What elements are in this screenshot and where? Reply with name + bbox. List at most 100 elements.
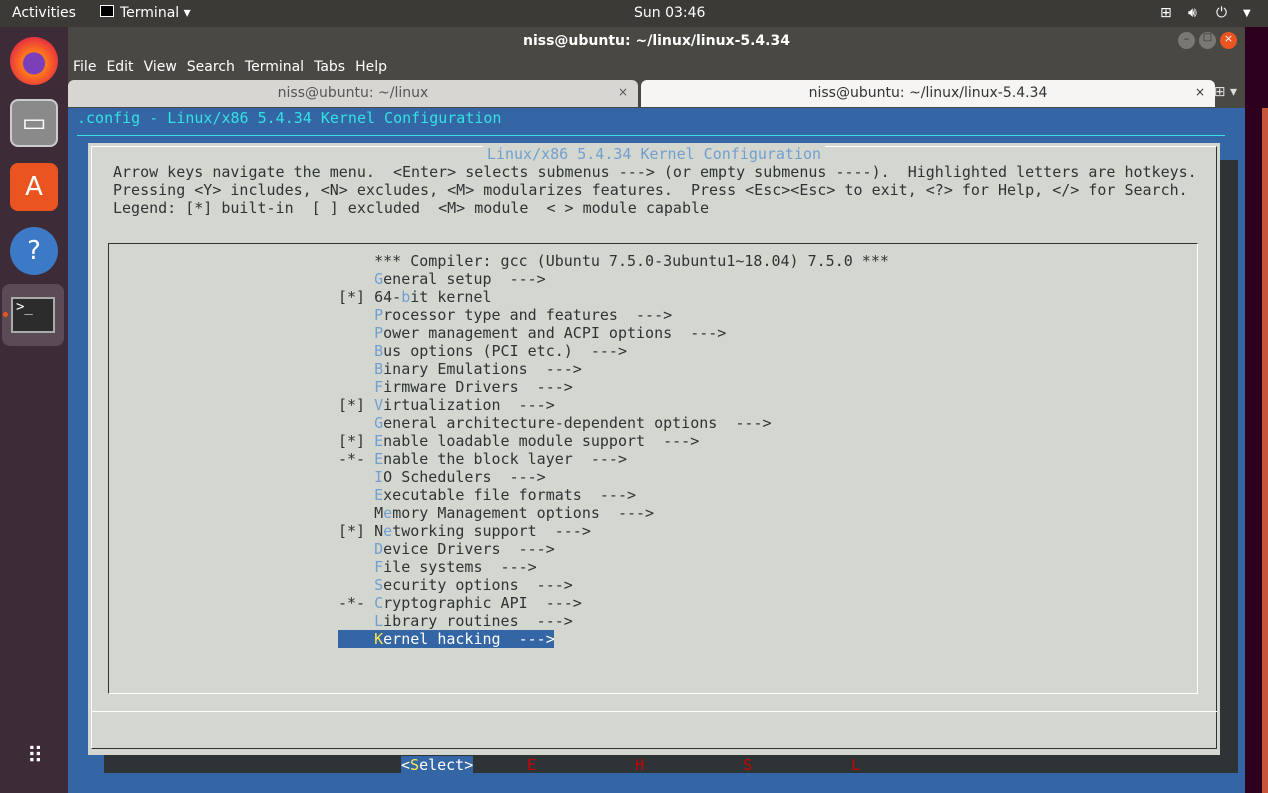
- menu-item-hotkey: F: [374, 378, 384, 396]
- menu-item-prefix: [338, 504, 374, 522]
- terminal-icon: [100, 5, 114, 17]
- menu-file[interactable]: File: [73, 59, 96, 75]
- menu-item[interactable]: Library routines --->: [338, 612, 889, 630]
- new-tab-icon[interactable]: ⊞ ▾: [1214, 84, 1237, 100]
- menu-item[interactable]: Kernel hacking --->: [338, 630, 555, 648]
- menu-item[interactable]: [*] Enable loadable module support --->: [338, 432, 889, 450]
- window-edge: [1262, 108, 1268, 793]
- menu-item[interactable]: Power management and ACPI options --->: [338, 324, 889, 342]
- window-title: niss@ubuntu: ~/linux/linux-5.4.34: [523, 33, 790, 49]
- menu-item[interactable]: General setup --->: [338, 270, 889, 288]
- firefox-icon[interactable]: [10, 37, 58, 85]
- terminal-area[interactable]: .config - Linux/x86 5.4.34 Kernel Config…: [68, 108, 1245, 793]
- menu-bar: File Edit View Search Terminal Tabs Help: [73, 59, 397, 75]
- software-icon[interactable]: A: [10, 163, 58, 211]
- menu-item-hotkey: B: [374, 342, 384, 360]
- help-icon[interactable]: ?: [10, 227, 58, 275]
- menu-item-prefix: [338, 468, 374, 486]
- show-apps-icon[interactable]: ⠿: [10, 732, 58, 780]
- menu-item-prefix: [338, 378, 374, 396]
- menu-item[interactable]: Executable file formats --->: [338, 486, 889, 504]
- menu-item-text: ernel hacking --->: [383, 630, 555, 648]
- terminal-window: niss@ubuntu: ~/linux/linux-5.4.34 – □ × …: [68, 27, 1245, 793]
- menu-item-text: ryptographic API --->: [383, 594, 582, 612]
- menu-item[interactable]: Firmware Drivers --->: [338, 378, 889, 396]
- menu-item-hotkey: K: [374, 630, 384, 648]
- menu-item-prefix: [338, 270, 374, 288]
- top-bar: Activities Terminal ▾ Sun 03:46 ⊞ 🔊︎ ⏻ ▼: [0, 0, 1268, 27]
- tab-1[interactable]: niss@ubuntu: ~/linux ×: [68, 80, 638, 107]
- menu-item[interactable]: -*- Enable the block layer --->: [338, 450, 889, 468]
- terminal-dock-icon[interactable]: >_: [2, 284, 64, 346]
- menu-item-prefix: -*-: [338, 450, 375, 468]
- activities-button[interactable]: Activities: [12, 5, 76, 21]
- menu-item-prefix: [338, 540, 374, 558]
- menu-item-prefix: [*]: [338, 396, 375, 414]
- exit-button[interactable]: < Exit >: [509, 756, 581, 774]
- menu-item-text: eneral architecture-dependent options --…: [383, 414, 772, 432]
- menu-item-prefix: [*]: [338, 288, 375, 306]
- menu-item-text: irtualization --->: [383, 396, 555, 414]
- menu-item-text: nable loadable module support --->: [383, 432, 700, 450]
- menu-item-prefix: -*-: [338, 594, 375, 612]
- tab-close-icon[interactable]: ×: [618, 85, 628, 99]
- menu-item[interactable]: IO Schedulers --->: [338, 468, 889, 486]
- menu-help[interactable]: Help: [355, 59, 387, 75]
- minimize-button[interactable]: –: [1178, 32, 1195, 49]
- menu-item-prefix: [338, 630, 374, 648]
- menu-item[interactable]: Device Drivers --->: [338, 540, 889, 558]
- clock[interactable]: Sun 03:46: [634, 5, 705, 21]
- menu-item-text: ecurity options --->: [383, 576, 573, 594]
- menu-item[interactable]: Bus options (PCI etc.) --->: [338, 342, 889, 360]
- menu-item[interactable]: Security options --->: [338, 576, 889, 594]
- load-button[interactable]: < Load >: [833, 756, 905, 774]
- tab-label: niss@ubuntu: ~/linux: [277, 85, 429, 101]
- menu-item[interactable]: *** Compiler: gcc (Ubuntu 7.5.0-3ubuntu1…: [338, 252, 889, 270]
- menu-search[interactable]: Search: [187, 59, 235, 75]
- tab-close-icon[interactable]: ×: [1195, 85, 1205, 99]
- menu-item[interactable]: Binary Emulations --->: [338, 360, 889, 378]
- menu-tabs[interactable]: Tabs: [314, 59, 345, 75]
- system-menu-chevron-icon[interactable]: ▼: [1243, 8, 1251, 19]
- maximize-button[interactable]: □: [1199, 32, 1216, 49]
- menu-view[interactable]: View: [144, 59, 177, 75]
- menu-item[interactable]: General architecture-dependent options -…: [338, 414, 889, 432]
- help-button[interactable]: < Help >: [617, 756, 689, 774]
- dialog-title: Linux/x86 5.4.34 Kernel Configuration: [482, 145, 826, 163]
- menu-list: *** Compiler: gcc (Ubuntu 7.5.0-3ubuntu1…: [338, 252, 889, 648]
- power-icon[interactable]: ⏻: [1216, 5, 1227, 21]
- menu-item-hotkey: S: [374, 576, 384, 594]
- menu-item[interactable]: -*- Cryptographic API --->: [338, 594, 889, 612]
- menu-terminal[interactable]: Terminal: [245, 59, 304, 75]
- menu-item-text: xecutable file formats --->: [383, 486, 637, 504]
- menu-item-prefix: [338, 414, 374, 432]
- button-separator: [91, 711, 1217, 712]
- menu-item-text: ower management and ACPI options --->: [383, 324, 727, 342]
- app-menu[interactable]: Terminal ▾: [100, 5, 191, 21]
- menu-item[interactable]: [*] Virtualization --->: [338, 396, 889, 414]
- button-text: oad >: [860, 756, 906, 774]
- menu-item-hotkey: C: [374, 594, 384, 612]
- menu-item[interactable]: File systems --->: [338, 558, 889, 576]
- menu-item-hotkey: D: [374, 540, 384, 558]
- menu-item-hotkey: L: [374, 612, 384, 630]
- menu-item[interactable]: [*] 64-bit kernel: [338, 288, 889, 306]
- menu-item-prefix: [338, 486, 374, 504]
- button-text: <: [725, 756, 744, 774]
- files-icon[interactable]: ▭: [10, 99, 58, 147]
- window-controls: – □ ×: [1178, 32, 1237, 49]
- menu-item-prefix: [338, 324, 374, 342]
- save-button[interactable]: < Save >: [725, 756, 797, 774]
- network-icon[interactable]: ⊞: [1160, 5, 1172, 21]
- tab-2[interactable]: niss@ubuntu: ~/linux/linux-5.4.34 ×: [641, 80, 1215, 107]
- menu-item[interactable]: Processor type and features --->: [338, 306, 889, 324]
- menu-item-hotkey: G: [374, 270, 384, 288]
- menu-item[interactable]: Memory Management options --->: [338, 504, 889, 522]
- menu-item-hotkey: G: [374, 414, 384, 432]
- close-button[interactable]: ×: [1220, 32, 1237, 49]
- menu-edit[interactable]: Edit: [106, 59, 133, 75]
- select-button[interactable]: <Select>: [401, 756, 474, 774]
- button-text: ave >: [752, 756, 798, 774]
- volume-icon[interactable]: 🔊︎: [1188, 5, 1197, 21]
- menu-item[interactable]: [*] Networking support --->: [338, 522, 889, 540]
